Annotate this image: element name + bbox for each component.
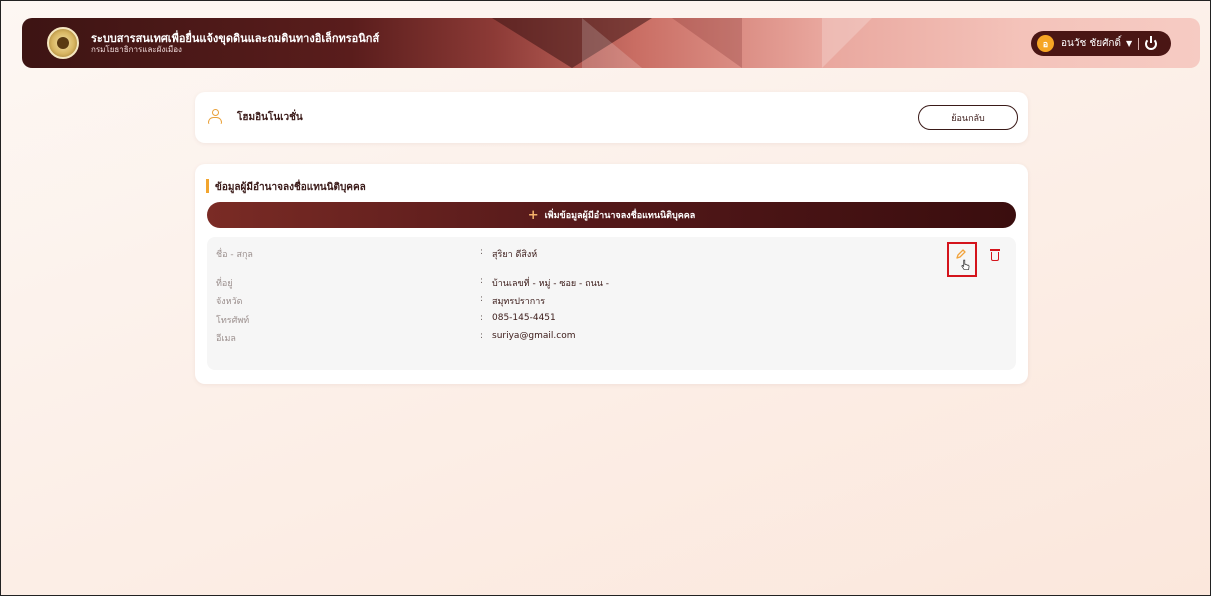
section-title: ข้อมูลผู้มีอำนาจลงชื่อแทนนิติบุคคล [215, 182, 366, 193]
company-card: โฮมอินโนเวชั่น ย้อนกลับ [195, 92, 1028, 143]
field-label: ชื่อ - สกุล [216, 250, 253, 260]
user-icon [208, 109, 222, 125]
field-separator: : [480, 294, 484, 304]
app-frame: ระบบสารสนเทศเพื่อยื่นแจ้งขุดดินและถมดินท… [0, 0, 1211, 596]
field-separator: : [480, 331, 484, 341]
department-name: กรมโยธาธิการและผังเมือง [91, 45, 182, 54]
edit-button[interactable] [947, 242, 977, 277]
user-name: อนวัช ชัยศักดิ์ [1061, 38, 1121, 49]
divider [1138, 37, 1140, 50]
signatory-card: ข้อมูลผู้มีอำนาจลงชื่อแทนนิติบุคคล + เพิ… [195, 164, 1028, 384]
top-header: ระบบสารสนเทศเพื่อยื่นแจ้งขุดดินและถมดินท… [22, 18, 1200, 68]
section-accent-bar [206, 179, 209, 193]
add-signatory-button[interactable]: + เพิ่มข้อมูลผู้มีอำนาจลงชื่อแทนนิติบุคค… [207, 202, 1016, 228]
field-label: อีเมล [216, 334, 236, 344]
header-decoration [822, 18, 872, 68]
avatar: อ [1037, 35, 1054, 52]
field-value: บ้านเลขที่ - หมู่ - ซอย - ถนน - [492, 279, 610, 289]
plus-icon: + [527, 207, 539, 223]
field-value: suriya@gmail.com [492, 331, 576, 341]
field-separator: : [480, 276, 484, 286]
field-value: สุริยา ดีสิงห์ [492, 250, 538, 260]
trash-icon[interactable] [990, 249, 1000, 261]
field-separator: : [480, 247, 484, 257]
hand-cursor-icon [961, 259, 970, 270]
field-label: โทรศัพท์ [216, 316, 250, 326]
user-menu[interactable]: อ อนวัช ชัยศักดิ์ ▼ [1031, 31, 1171, 56]
caret-down-icon[interactable]: ▼ [1126, 39, 1132, 48]
department-seal-logo [47, 27, 79, 59]
header-decoration [582, 18, 642, 68]
back-button[interactable]: ย้อนกลับ [918, 105, 1018, 130]
field-separator: : [480, 313, 484, 323]
signatory-record: ชื่อ - สกุล : สุริยา ดีสิงห์ ที่อยู่ : บ… [207, 237, 1016, 370]
add-signatory-label: เพิ่มข้อมูลผู้มีอำนาจลงชื่อแทนนิติบุคคล [544, 211, 696, 221]
power-icon[interactable] [1145, 35, 1158, 50]
company-name: โฮมอินโนเวชั่น [237, 112, 303, 123]
field-value: สมุทรปราการ [492, 297, 546, 307]
field-label: จังหวัด [216, 297, 243, 307]
field-value: 085-145-4451 [492, 313, 556, 323]
header-decoration [672, 18, 742, 68]
field-label: ที่อยู่ [216, 279, 233, 289]
